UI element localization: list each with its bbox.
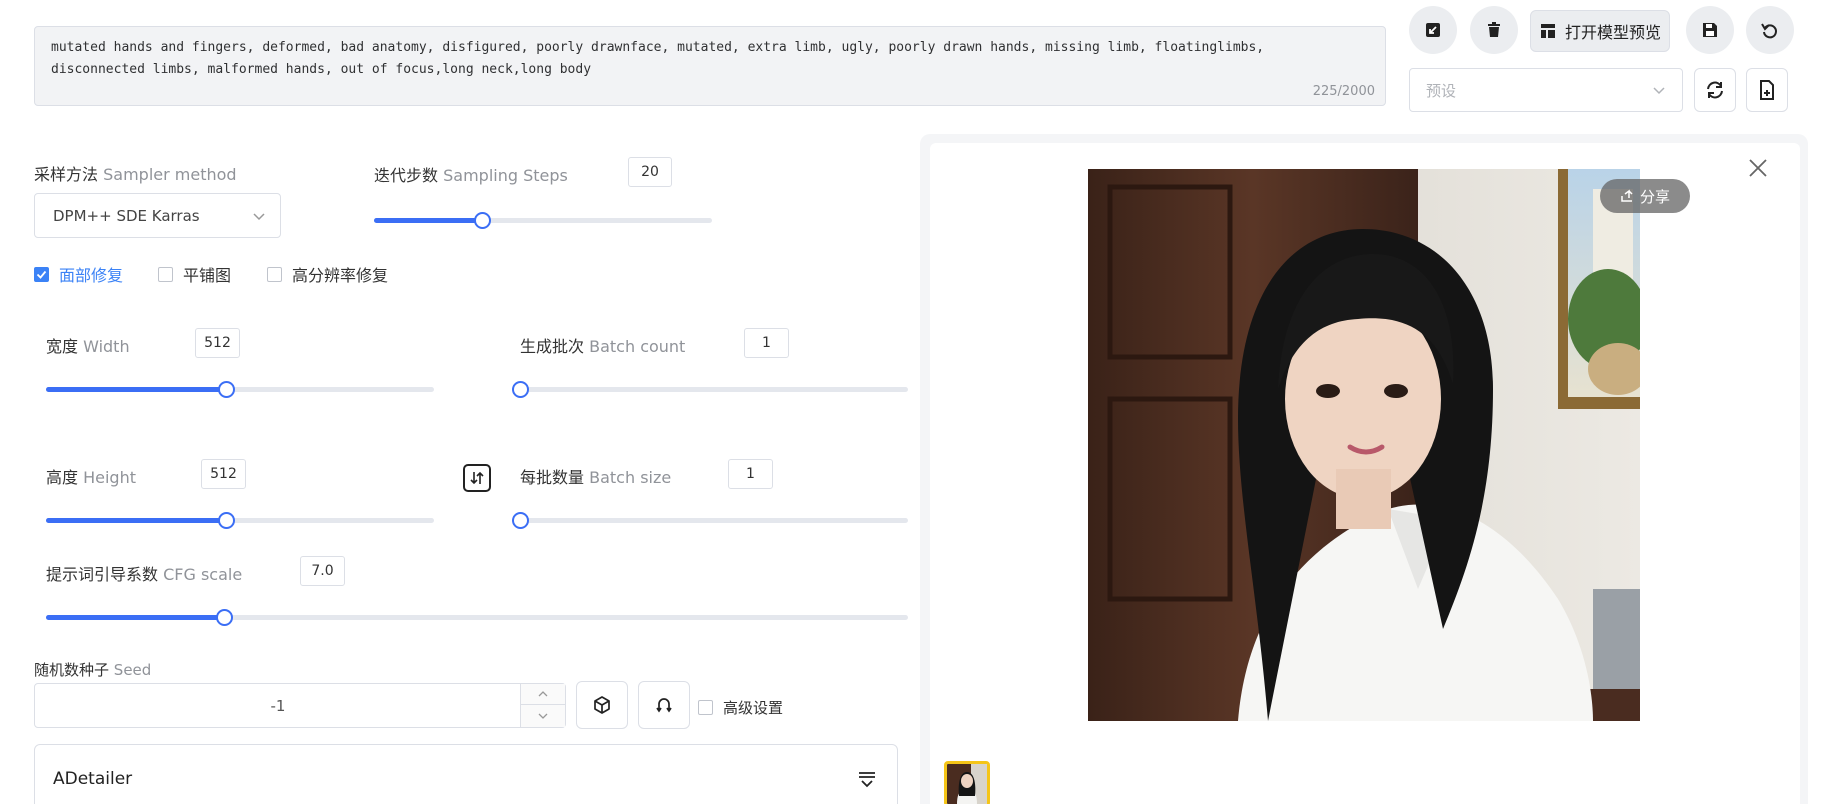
steps-slider[interactable] (374, 210, 712, 230)
steps-slider-handle[interactable] (474, 212, 492, 229)
collapse-toggle-icon[interactable] (857, 769, 877, 789)
sampler-label: 采样方法 Sampler method (34, 165, 237, 184)
seed-stepper[interactable] (520, 684, 565, 727)
chevron-down-icon (538, 713, 548, 719)
open-model-preview-button[interactable]: 打开模型预览 (1530, 10, 1670, 52)
width-slider[interactable] (46, 379, 434, 399)
preset-placeholder: 预设 (1426, 81, 1457, 100)
checkbox-box (698, 700, 713, 715)
checkbox-box (267, 266, 282, 282)
cfg-scale-input[interactable]: 7.0 (300, 556, 345, 586)
swap-dimensions-button[interactable] (463, 464, 491, 492)
hires-fix-label: 高分辨率修复 (292, 266, 389, 285)
char-counter: 225/2000 (1312, 84, 1375, 99)
open-model-preview-label: 打开模型预览 (1564, 23, 1661, 42)
share-icon (1621, 189, 1633, 202)
layout-icon (1540, 24, 1555, 38)
batch-size-slider-handle[interactable] (512, 512, 529, 529)
batch-count-label: 生成批次 Batch count (520, 337, 686, 356)
negative-prompt-text[interactable]: mutated hands and fingers, deformed, bad… (51, 37, 1351, 81)
cfg-scale-slider[interactable] (46, 607, 908, 627)
decrement-button[interactable] (521, 705, 565, 726)
face-restore-label: 面部修复 (59, 266, 124, 285)
advanced-settings-label: 高级设置 (723, 699, 784, 717)
width-slider-handle[interactable] (218, 381, 236, 398)
steps-label: 迭代步数 Sampling Steps (374, 166, 568, 185)
share-label: 分享 (1639, 187, 1670, 206)
new-preset-button[interactable] (1746, 68, 1788, 112)
face-restore-checkbox[interactable]: 面部修复 (34, 262, 123, 286)
reuse-seed-button[interactable] (638, 681, 690, 729)
seed-value[interactable]: -1 (35, 684, 521, 727)
batch-count-slider-handle[interactable] (512, 381, 529, 398)
swap-icon (470, 471, 484, 485)
recycle-icon (656, 698, 672, 713)
close-icon[interactable] (1747, 157, 1769, 179)
sampler-value: DPM++ SDE Karras (53, 206, 200, 225)
batch-count-slider[interactable] (512, 379, 908, 399)
height-label: 高度 Height (46, 468, 136, 487)
share-button[interactable]: 分享 (1600, 179, 1690, 213)
delete-button[interactable] (1470, 6, 1518, 54)
batch-size-slider[interactable] (512, 510, 908, 530)
tiling-checkbox[interactable]: 平铺图 (158, 262, 231, 286)
checkbox-box (158, 266, 173, 282)
batch-size-input[interactable]: 1 (728, 459, 773, 489)
cfg-scale-label: 提示词引导系数 CFG scale (46, 565, 243, 584)
hires-fix-checkbox[interactable]: 高分辨率修复 (267, 262, 388, 286)
check-icon (34, 266, 49, 282)
tiling-label: 平铺图 (183, 266, 232, 285)
width-label: 宽度 Width (46, 337, 130, 356)
seed-input[interactable]: -1 (34, 683, 566, 728)
chevron-down-icon (1653, 87, 1665, 95)
refresh-presets-button[interactable] (1694, 68, 1736, 112)
undo-button[interactable] (1746, 6, 1794, 54)
chevron-up-icon (538, 691, 548, 697)
undo-icon (1761, 23, 1777, 39)
save-icon (1703, 23, 1717, 37)
adetailer-label: ADetailer (53, 769, 133, 789)
seed-label: 随机数种子 Seed (34, 661, 152, 679)
advanced-settings-checkbox[interactable]: 高级设置 (698, 697, 783, 718)
save-button[interactable] (1686, 6, 1734, 54)
result-thumbnail[interactable] (944, 761, 990, 804)
increment-button[interactable] (521, 684, 565, 705)
chevron-down-icon (253, 212, 265, 220)
batch-size-label: 每批数量 Batch size (520, 468, 672, 487)
negative-prompt-textarea[interactable]: mutated hands and fingers, deformed, bad… (34, 26, 1386, 106)
height-input[interactable]: 512 (201, 459, 246, 489)
adetailer-accordion[interactable]: ADetailer (34, 744, 898, 804)
dice-icon (594, 696, 610, 714)
generated-image[interactable] (1088, 169, 1640, 721)
width-input[interactable]: 512 (195, 328, 240, 358)
random-seed-button[interactable] (576, 681, 628, 729)
height-slider[interactable] (46, 510, 434, 530)
sampler-select[interactable]: DPM++ SDE Karras (34, 193, 281, 238)
steps-input[interactable]: 20 (628, 157, 672, 187)
batch-count-input[interactable]: 1 (744, 328, 789, 358)
refresh-icon (1707, 81, 1723, 99)
new-file-icon (1760, 80, 1774, 100)
image-import-button[interactable] (1409, 6, 1457, 54)
preset-select[interactable]: 预设 (1409, 68, 1683, 112)
image-import-icon (1426, 23, 1440, 37)
height-slider-handle[interactable] (218, 512, 236, 529)
cfg-scale-slider-handle[interactable] (216, 609, 234, 626)
trash-icon (1488, 22, 1500, 37)
